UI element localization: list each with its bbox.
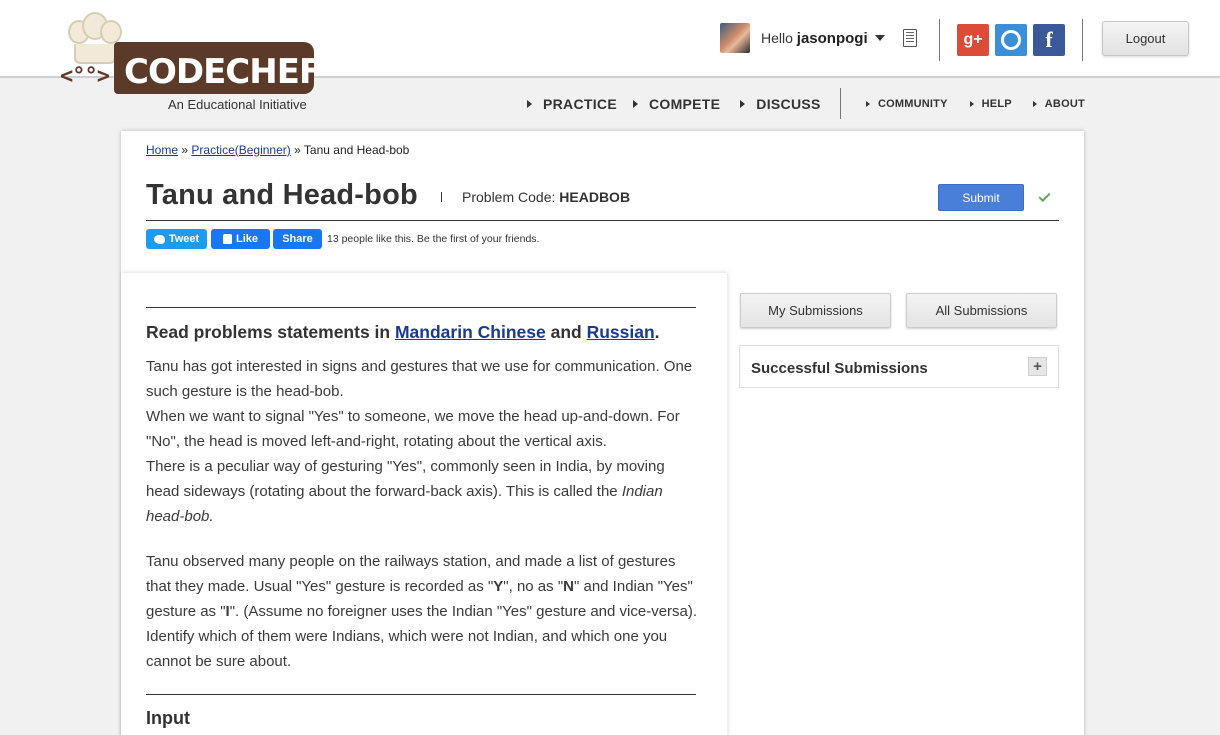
header-divider	[1082, 19, 1083, 61]
all-submissions-button[interactable]: All Submissions	[906, 293, 1057, 328]
input-heading: Input	[146, 708, 190, 728]
my-submissions-button[interactable]: My Submissions	[740, 293, 891, 328]
page-title: Tanu and Head-bob	[146, 179, 418, 211]
username: jasonpogi	[796, 29, 868, 47]
nav-compete[interactable]: COMPETE	[632, 96, 720, 112]
thumbs-up-icon	[222, 234, 232, 244]
problem-code-value: HEADBOB	[559, 189, 631, 205]
arrow-right-icon	[632, 100, 638, 108]
top-header: <°°> CODECHEF An Educational Initiative …	[0, 0, 1220, 112]
codechef-logo[interactable]: <°°> CODECHEF An Educational Initiative	[60, 12, 322, 112]
link-russian[interactable]: Russian	[587, 322, 655, 342]
main-nav: PRACTICE COMPETE DISCUSS	[527, 96, 821, 112]
nav-community[interactable]: COMMUNITY	[866, 98, 948, 110]
arrow-right-icon	[1032, 101, 1037, 107]
translations-line: Read problems statements in Mandarin Chi…	[146, 322, 660, 342]
brand-name: CODECHEF	[124, 52, 322, 92]
arrow-right-icon	[969, 101, 974, 107]
section-divider	[146, 694, 696, 695]
tweet-button[interactable]: Tweet	[146, 229, 207, 249]
statement-paragraph: Tanu observed many people on the railway…	[146, 553, 698, 670]
google-plus-icon[interactable]: g+	[957, 24, 989, 56]
breadcrumb-home[interactable]: Home	[146, 143, 178, 157]
nav-divider	[840, 88, 841, 119]
facebook-icon[interactable]: f	[1033, 24, 1065, 56]
title-separator	[441, 192, 442, 202]
check-icon	[1038, 189, 1051, 203]
statement-paragraph: Tanu has got interested in signs and ges…	[146, 358, 693, 525]
breadcrumb-practice[interactable]: Practice(Beginner)	[191, 143, 290, 157]
brand-tagline: An Educational Initiative	[168, 97, 307, 112]
arrow-right-icon	[527, 100, 532, 108]
twitter-bird-icon	[153, 234, 165, 244]
secondary-nav: COMMUNITY HELP ABOUT	[866, 98, 1085, 110]
problem-code: Problem Code: HEADBOB	[462, 189, 631, 205]
title-divider	[146, 220, 1059, 221]
avatar[interactable]	[720, 23, 750, 53]
nav-help[interactable]: HELP	[969, 98, 1012, 110]
chevron-down-icon[interactable]	[874, 35, 885, 41]
submit-button[interactable]: Submit	[938, 184, 1024, 211]
problem-card: Home » Practice(Beginner) » Tanu and Hea…	[121, 131, 1084, 735]
github-icon[interactable]	[995, 24, 1027, 56]
share-bar: Tweet Like Share 13 people like this. Be…	[146, 229, 539, 249]
user-menu[interactable]: Hello jasonpogi	[720, 22, 885, 54]
breadcrumb: Home » Practice(Beginner) » Tanu and Hea…	[146, 143, 410, 157]
link-mandarin[interactable]: Mandarin Chinese	[395, 322, 546, 342]
like-count-text: 13 people like this. Be the first of you…	[327, 233, 540, 245]
successful-submissions-label: Successful Submissions	[751, 360, 928, 377]
arrow-right-icon	[866, 101, 870, 107]
section-divider	[146, 307, 696, 308]
breadcrumb-current: Tanu and Head-bob	[303, 143, 410, 157]
nav-discuss[interactable]: DISCUSS	[740, 96, 820, 112]
arrow-right-icon	[740, 100, 746, 108]
successful-submissions-panel[interactable]: Successful Submissions +	[739, 345, 1059, 388]
problem-statement: Read problems statements in Mandarin Chi…	[121, 273, 727, 735]
nav-practice[interactable]: PRACTICE	[527, 96, 617, 112]
logout-button[interactable]: Logout	[1102, 21, 1189, 56]
nav-about[interactable]: ABOUT	[1032, 98, 1085, 110]
header-divider	[939, 19, 940, 61]
facebook-share-button[interactable]: Share	[273, 229, 322, 249]
facebook-like-button[interactable]: Like	[211, 229, 270, 249]
expand-icon[interactable]: +	[1028, 357, 1047, 376]
user-greeting: Hello jasonpogi	[761, 29, 868, 47]
notes-icon[interactable]	[903, 29, 917, 47]
